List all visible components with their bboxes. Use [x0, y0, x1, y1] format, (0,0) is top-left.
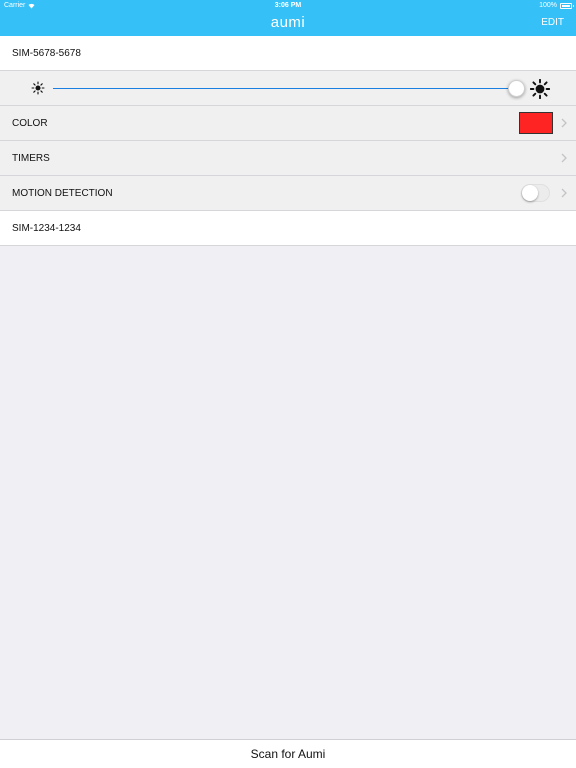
device-row[interactable]: SIM-5678-5678 — [0, 36, 576, 71]
edit-button[interactable]: EDIT — [541, 17, 564, 29]
timers-label: TIMERS — [12, 153, 50, 164]
motion-detection-label: MOTION DETECTION — [12, 188, 113, 199]
bottom-toolbar: Scan for Aumi — [0, 739, 576, 768]
brightness-slider-row — [0, 71, 576, 106]
battery-percent: 100% — [539, 2, 557, 9]
device-name: SIM-5678-5678 — [12, 48, 81, 59]
timers-setting-row[interactable]: TIMERS — [0, 141, 576, 176]
status-time: 3:06 PM — [274, 2, 302, 9]
battery-icon — [560, 3, 574, 9]
chevron-right-icon — [561, 188, 567, 198]
brightness-slider-track[interactable] — [53, 88, 516, 89]
color-swatch[interactable] — [519, 112, 553, 134]
motion-detection-row[interactable]: MOTION DETECTION — [0, 176, 576, 211]
device-name: SIM-1234-1234 — [12, 223, 81, 234]
app-title: aumi — [270, 14, 306, 31]
battery-indicator: 100% — [539, 0, 574, 12]
chevron-right-icon — [561, 118, 567, 128]
device-row[interactable]: SIM-1234-1234 — [0, 211, 576, 246]
motion-detection-toggle[interactable] — [521, 184, 550, 202]
navigation-bar: Carrier 3:06 PM 100% aumi EDIT — [0, 0, 576, 36]
brightness-slider-thumb[interactable] — [507, 80, 525, 97]
scan-button[interactable]: Scan for Aumi — [0, 747, 576, 761]
color-label: COLOR — [12, 118, 48, 129]
color-setting-row[interactable]: COLOR — [0, 106, 576, 141]
sun-small-icon — [31, 81, 45, 95]
status-bar: Carrier 3:06 PM 100% — [0, 0, 576, 12]
chevron-right-icon — [561, 153, 567, 163]
sun-large-icon — [530, 79, 550, 99]
toggle-knob — [522, 185, 538, 201]
